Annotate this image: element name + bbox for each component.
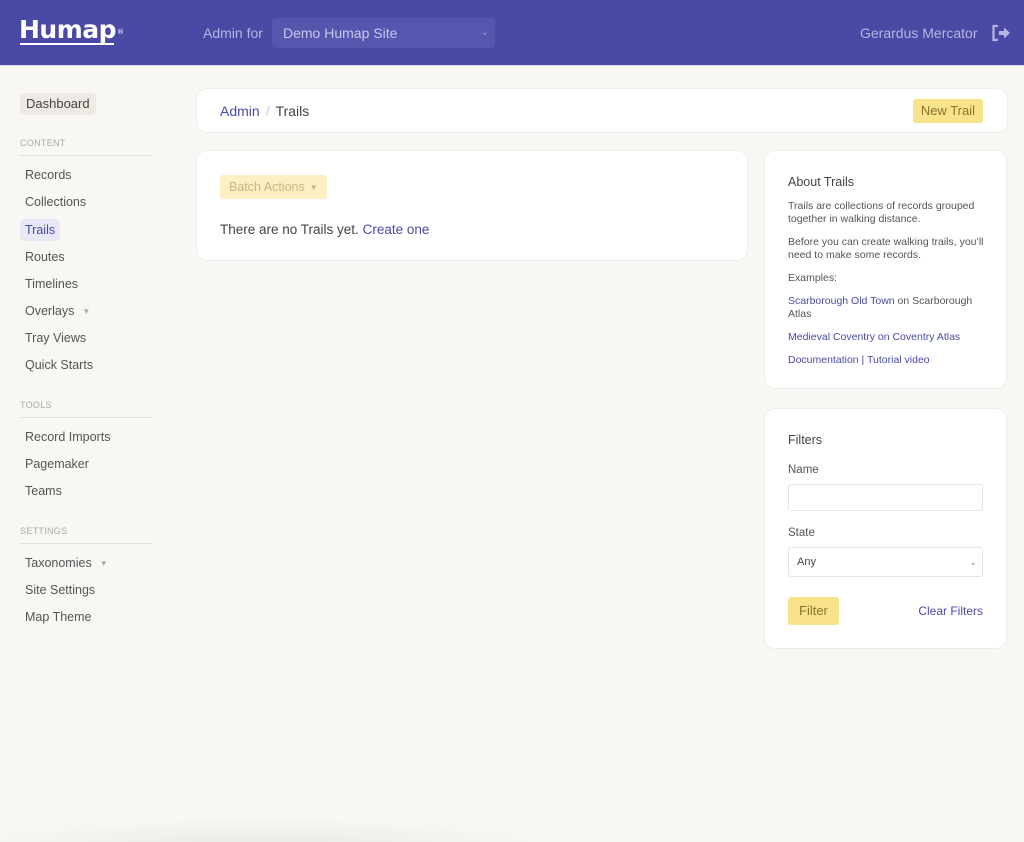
logo-text: Humap: [19, 15, 117, 44]
sidebar-item-pagemaker[interactable]: Pagemaker: [20, 453, 94, 475]
empty-state: There are no Trails yet. Create one: [220, 222, 429, 237]
sidebar-item-map-theme[interactable]: Map Theme: [20, 606, 96, 628]
sidebar-item-timelines[interactable]: Timelines: [20, 273, 83, 295]
sidebar-item-label: Quick Starts: [25, 358, 94, 372]
sidebar-item-label: Routes: [25, 250, 65, 264]
sidebar-item-label: Collections: [25, 195, 87, 209]
sidebar-item-label: Overlays: [25, 304, 75, 318]
new-trail-button[interactable]: New Trail: [912, 99, 983, 123]
batch-actions-button[interactable]: Batch Actions ▼: [220, 175, 327, 199]
filters-card: Filters Name State Any ⌄ Filter Clear Fi…: [765, 409, 1006, 648]
examples-label: Examples:: [788, 272, 838, 284]
about-description: Trails are collections of records groupe…: [788, 200, 975, 225]
logo-underline: [20, 43, 114, 45]
sidebar-item-routes[interactable]: Routes: [20, 246, 70, 268]
example-scarborough-link[interactable]: Scarborough Old Town: [788, 295, 895, 307]
section-label-content: CONTENT: [20, 138, 66, 148]
breadcrumb-current: Trails: [275, 103, 310, 119]
state-select-value: Any: [797, 556, 816, 568]
sidebar-item-label: Map Theme: [25, 610, 92, 624]
section-divider: [20, 417, 152, 418]
sidebar-item-records[interactable]: Records: [20, 164, 77, 186]
clear-filters-link[interactable]: Clear Filters: [918, 604, 983, 618]
section-divider: [20, 155, 152, 156]
filter-button[interactable]: Filter: [788, 597, 839, 625]
state-label: State: [788, 527, 815, 539]
sidebar-item-taxonomies[interactable]: Taxonomies ▼: [20, 552, 113, 574]
sidebar-item-overlays[interactable]: Overlays ▼: [20, 300, 95, 322]
sidebar-item-label: Tray Views: [25, 331, 87, 345]
caret-down-icon: ▼: [309, 182, 318, 192]
sidebar-item-tray-views[interactable]: Tray Views: [20, 327, 91, 349]
breadcrumb-bar: Admin / Trails New Trail: [197, 89, 1007, 132]
example-1: Scarborough Old Town on Scarborough Atla…: [788, 295, 988, 320]
sidebar-item-label: Timelines: [25, 277, 79, 291]
admin-for-label: Admin for: [203, 25, 263, 41]
about-trails-card: About Trails Trails are collections of r…: [765, 151, 1006, 388]
section-label-tools: TOOLS: [20, 400, 52, 410]
caret-down-icon: ▼: [99, 558, 108, 568]
trails-list-card: Batch Actions ▼ There are no Trails yet. …: [197, 151, 747, 260]
name-filter-input[interactable]: [788, 484, 983, 511]
humap-logo[interactable]: Humap®: [19, 15, 124, 45]
sidebar-item-label: Record Imports: [25, 430, 111, 444]
site-select-value: Demo Humap Site: [283, 25, 398, 41]
site-select[interactable]: Demo Humap Site ⌄: [272, 18, 495, 48]
sidebar-item-label: Records: [25, 168, 72, 182]
breadcrumb-admin-link[interactable]: Admin: [220, 103, 260, 119]
user-name[interactable]: Gerardus Mercator: [860, 25, 977, 41]
name-label: Name: [788, 464, 819, 476]
sidebar-item-label: Trails: [25, 223, 56, 237]
caret-down-icon: ▼: [82, 306, 91, 316]
sidebar-item-record-imports[interactable]: Record Imports: [20, 426, 115, 448]
filters-title: Filters: [788, 433, 823, 447]
tutorial-video-link[interactable]: Tutorial video: [867, 354, 930, 366]
sidebar-item-quick-starts[interactable]: Quick Starts: [20, 354, 98, 376]
create-trail-link[interactable]: Create one: [363, 222, 430, 237]
sidebar-item-site-settings[interactable]: Site Settings: [20, 579, 100, 601]
sidebar-item-trails[interactable]: Trails: [20, 219, 61, 241]
chevron-down-icon: ⌄: [969, 557, 977, 567]
sidebar-item-label: Teams: [25, 484, 62, 498]
sidebar-item-label: Pagemaker: [25, 457, 89, 471]
breadcrumb: Admin / Trails: [220, 103, 309, 119]
sidebar-item-label: Taxonomies: [25, 556, 92, 570]
link-separator: |: [858, 354, 867, 366]
help-links: Documentation | Tutorial video: [788, 354, 988, 367]
sidebar-item-label: Site Settings: [25, 583, 96, 597]
sidebar-item-dashboard[interactable]: Dashboard: [20, 93, 96, 115]
example-coventry-link[interactable]: Medieval Coventry on Coventry Atlas: [788, 331, 960, 343]
empty-state-text: There are no Trails yet.: [220, 222, 359, 237]
batch-actions-label: Batch Actions: [229, 180, 305, 194]
registered-mark: ®: [117, 28, 124, 36]
about-prerequisite: Before you can create walking trails, yo…: [788, 236, 984, 261]
chevron-down-icon: ⌄: [480, 27, 489, 38]
sidebar-item-collections[interactable]: Collections: [20, 191, 91, 213]
breadcrumb-separator: /: [265, 103, 270, 119]
top-navbar: Humap® Admin for Demo Humap Site ⌄ Gerar…: [0, 0, 1024, 66]
about-title: About Trails: [788, 175, 855, 189]
bottom-shadow: [0, 812, 560, 842]
example-2: Medieval Coventry on Coventry Atlas: [788, 331, 988, 344]
section-divider: [20, 543, 152, 544]
state-filter-select[interactable]: Any ⌄: [788, 547, 983, 577]
documentation-link[interactable]: Documentation: [788, 354, 859, 366]
sign-out-icon[interactable]: [991, 24, 1011, 42]
sidebar-item-teams[interactable]: Teams: [20, 480, 67, 502]
section-label-settings: SETTINGS: [20, 526, 68, 536]
